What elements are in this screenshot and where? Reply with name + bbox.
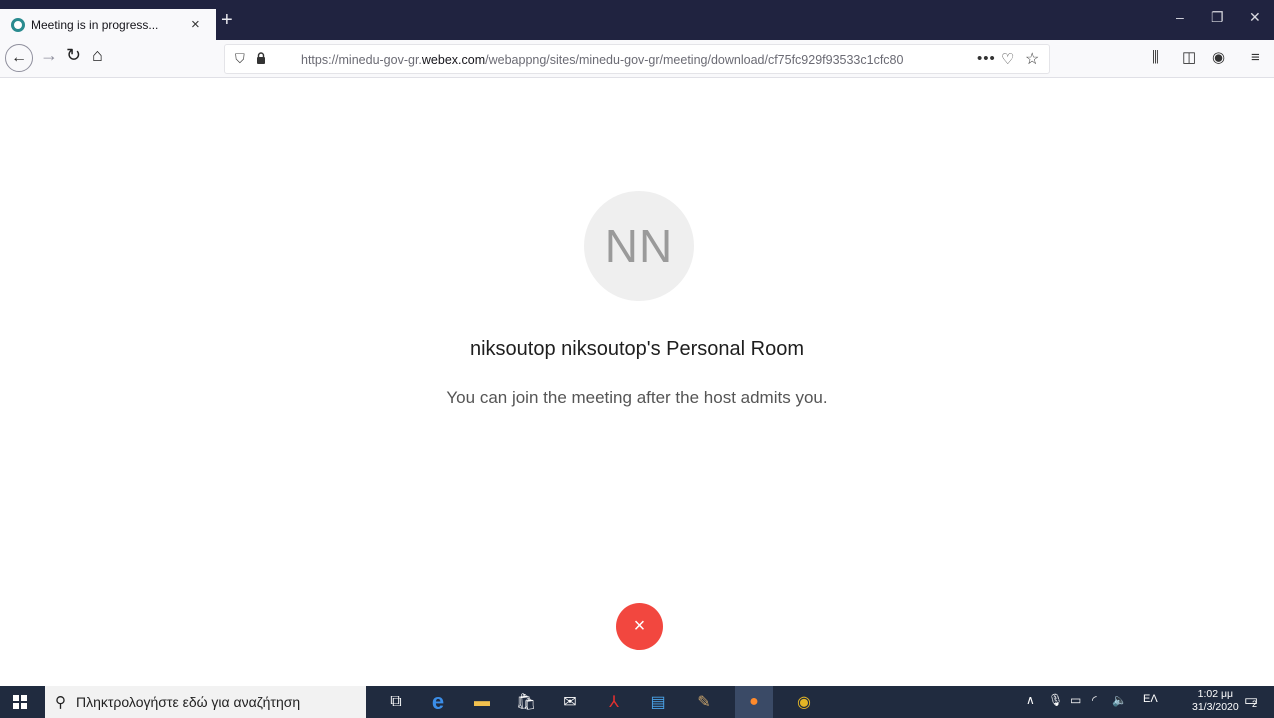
avatar-initials: NN <box>604 220 674 272</box>
clock-time: 1:02 μμ <box>1197 688 1234 700</box>
url-text[interactable]: https://minedu-gov-gr.webex.com/webappng… <box>301 53 951 67</box>
room-title: niksoutop niksoutop's Personal Room <box>469 338 804 360</box>
clock-date: 31/3/2020 <box>1192 701 1239 713</box>
minimize-button[interactable]: – <box>1176 10 1184 24</box>
page-actions-icon[interactable]: ••• <box>977 50 996 67</box>
acrobat-reader-icon[interactable]: ⅄ <box>602 690 626 714</box>
task-view-icon[interactable]: ⧉ <box>384 690 408 714</box>
browser-tab[interactable]: Meeting is in progress... × <box>0 9 216 40</box>
document-icon[interactable]: ▤ <box>646 690 670 714</box>
reload-icon[interactable]: ↻ <box>66 46 81 64</box>
system-clock[interactable]: 1:02 μμ 31/3/2020 <box>1192 688 1239 714</box>
microphone-icon[interactable]: 🎙 <box>1048 694 1063 706</box>
windows-start-button[interactable] <box>13 695 27 709</box>
restore-button[interactable]: ❐ <box>1211 10 1224 24</box>
show-hidden-icons-icon[interactable]: ∧ <box>1026 694 1035 706</box>
back-arrow-icon: ← <box>11 49 27 66</box>
tab-title: Meeting is in progress... <box>31 17 159 32</box>
edge-browser-icon[interactable]: e <box>426 689 450 714</box>
store-icon[interactable]: 🛍 <box>514 690 538 714</box>
library-icon[interactable]: ⫼ <box>1152 50 1159 65</box>
battery-icon[interactable]: ▭ <box>1070 694 1081 706</box>
taskbar-search-box[interactable]: ⚲ Πληκτρολογήστε εδώ για αναζήτηση <box>45 686 366 718</box>
tab-close-icon[interactable]: × <box>191 17 200 32</box>
host-avatar: NN <box>584 191 694 301</box>
forward-arrow-icon[interactable]: → <box>40 46 58 64</box>
volume-icon[interactable]: 🔈 <box>1112 694 1127 706</box>
file-explorer-icon[interactable]: ▬ <box>470 690 494 714</box>
menu-icon[interactable]: ≡ <box>1251 50 1260 65</box>
back-button[interactable]: ← <box>5 44 33 72</box>
pocket-icon[interactable]: ♡ <box>1001 50 1014 68</box>
browser-tab-strip: Meeting is in progress... × + – ❐ ✕ <box>0 0 1274 40</box>
lobby-wait-message: You can join the meeting after the host … <box>446 388 828 407</box>
wifi-icon[interactable]: ◜ <box>1092 694 1097 706</box>
close-icon: × <box>633 615 646 637</box>
bookmark-star-icon[interactable]: ☆ <box>1025 49 1039 69</box>
new-tab-button[interactable]: + <box>221 10 233 30</box>
chrome-icon[interactable]: ◉ <box>792 690 816 714</box>
leave-meeting-button[interactable]: × <box>616 603 663 650</box>
sidebar-icon[interactable]: ◫ <box>1182 50 1196 65</box>
windows-taskbar: ⚲ Πληκτρολογήστε εδώ για αναζήτηση ⧉ e ▬… <box>0 686 1274 718</box>
url-bar[interactable]: ⛉ https://minedu-gov-gr.webex.com/webapp… <box>224 44 1050 74</box>
notification-count: 2 <box>1252 699 1258 709</box>
close-window-button[interactable]: ✕ <box>1249 10 1261 24</box>
paint-icon[interactable]: ✎ <box>692 690 716 714</box>
firefox-icon[interactable]: ● <box>735 686 773 718</box>
account-icon[interactable]: ◉ <box>1212 50 1225 65</box>
search-placeholder: Πληκτρολογήστε εδώ για αναζήτηση <box>76 694 301 710</box>
lock-icon[interactable] <box>256 52 266 64</box>
language-indicator[interactable]: ΕΛ <box>1143 694 1158 705</box>
webex-favicon-icon <box>11 17 25 32</box>
navigation-toolbar: ← → ↻ ⌂ ⛉ https://minedu-gov-gr.webex.co… <box>0 40 1274 78</box>
home-icon[interactable]: ⌂ <box>92 46 103 64</box>
tracking-shield-icon[interactable]: ⛉ <box>235 51 245 67</box>
mail-icon[interactable]: ✉ <box>558 690 582 714</box>
search-icon: ⚲ <box>55 694 66 711</box>
